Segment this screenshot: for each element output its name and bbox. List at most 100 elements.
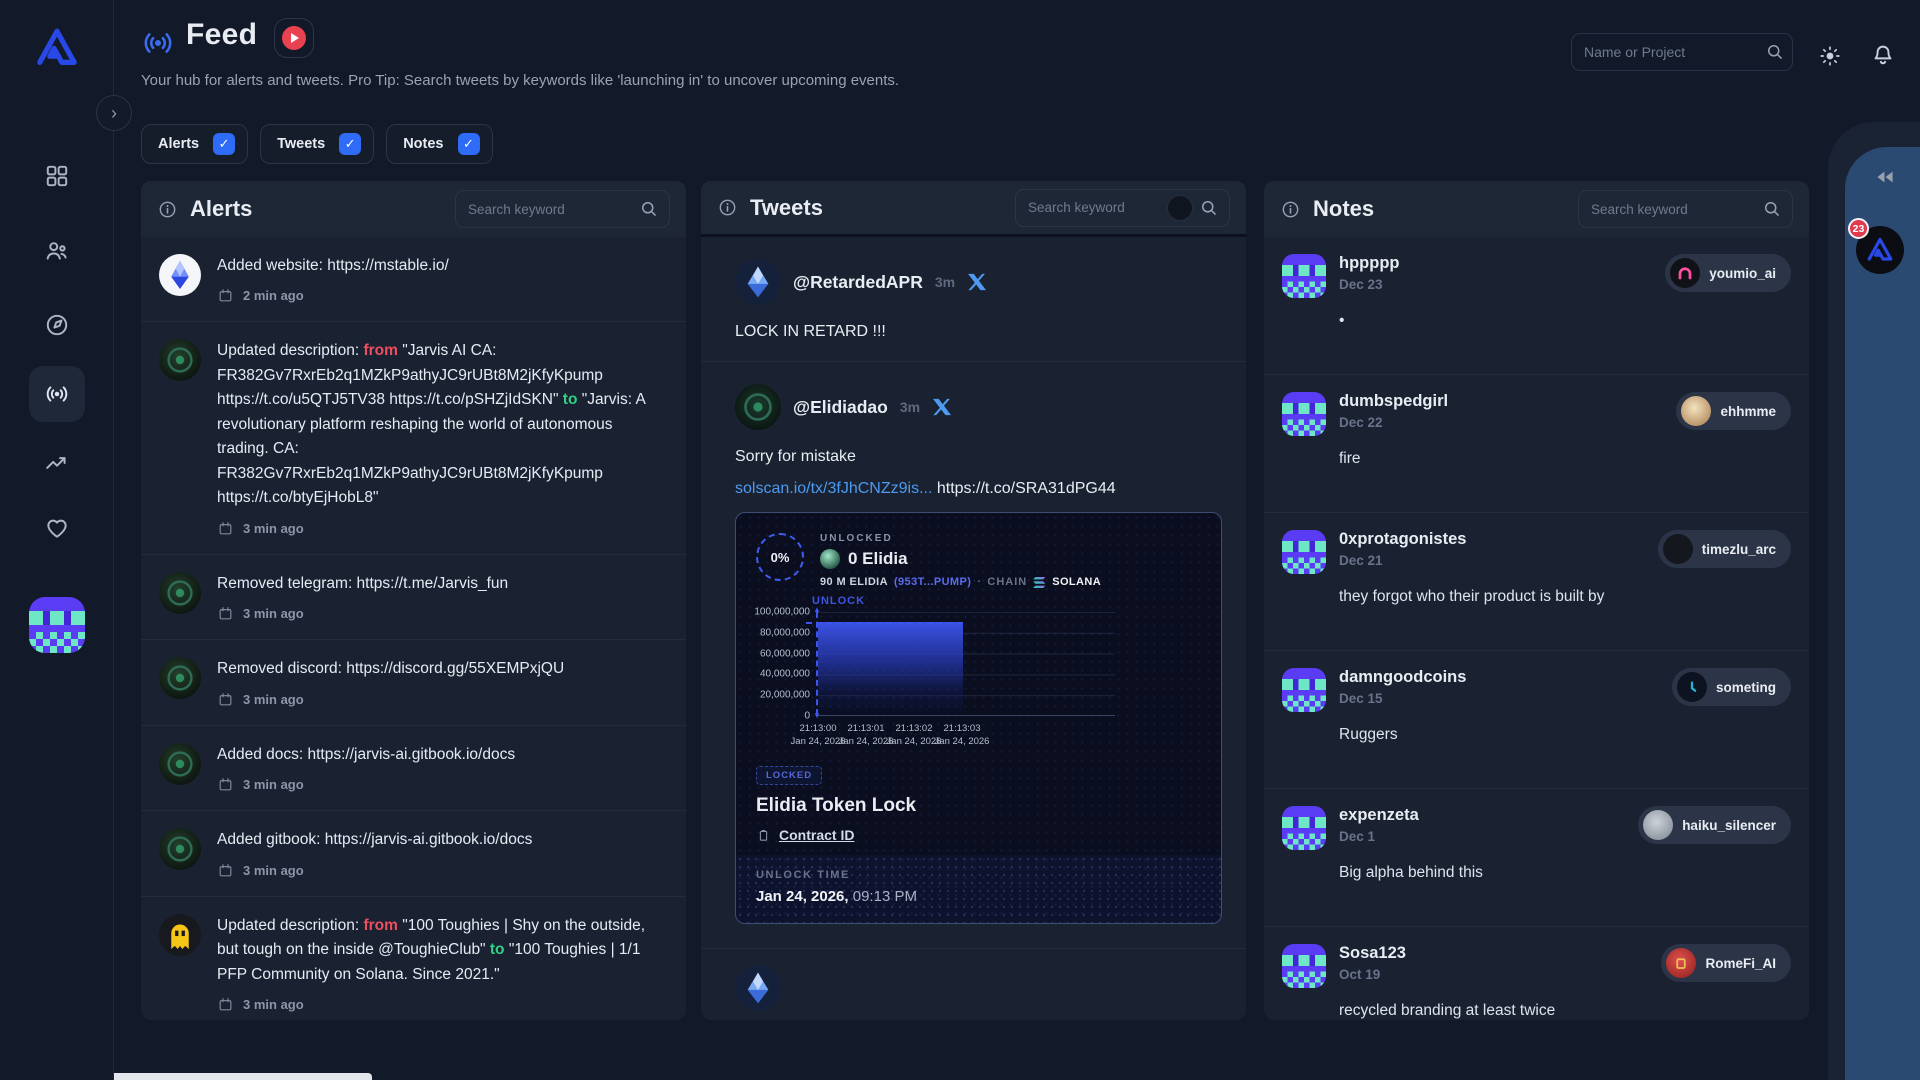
note-item[interactable]: hppppp Dec 23 youmio_ai •: [1264, 237, 1809, 375]
user-avatar[interactable]: [29, 597, 85, 653]
contract-id-link[interactable]: Contract ID: [756, 827, 1201, 843]
tweet-handle[interactable]: @Elidiadao: [793, 397, 888, 418]
note-date: Oct 19: [1339, 967, 1648, 982]
note-item[interactable]: dumbspedgirlDec 22 ehhmme fire: [1264, 375, 1809, 513]
calendar-icon: [217, 520, 234, 537]
note-date: Dec 15: [1339, 691, 1659, 706]
calendar-icon: [217, 862, 234, 879]
note-item[interactable]: Sosa123Oct 19 RomeFi_AI recycled brandin…: [1264, 927, 1809, 1020]
notes-checkbox[interactable]: ✓: [458, 133, 480, 155]
notification-count-badge: 23: [1848, 218, 1869, 239]
unlocked-label: UNLOCKED: [820, 533, 1101, 544]
tweet-handle[interactable]: @RetardedAPR: [793, 272, 923, 293]
calendar-icon: [217, 605, 234, 622]
sidebar-expand-button[interactable]: ›: [96, 95, 132, 131]
alert-time: 3 min ago: [243, 777, 304, 792]
tweet-text: LOCK IN RETARD !!!: [735, 323, 1222, 341]
jarvis-avatar: [159, 657, 201, 699]
x-logo-icon[interactable]: [932, 397, 952, 417]
tweets-checkbox[interactable]: ✓: [339, 133, 361, 155]
alerts-search: [455, 190, 670, 228]
project-badge[interactable]: youmio_ai: [1665, 254, 1791, 292]
alerts-search-input[interactable]: [468, 202, 633, 217]
alert-item[interactable]: Updated description: from "100 Toughies …: [141, 897, 686, 1020]
notes-search-input[interactable]: [1591, 202, 1756, 217]
note-author: expenzeta: [1339, 806, 1625, 825]
filter-notes[interactable]: Notes✓: [386, 124, 492, 164]
tweets-search-input[interactable]: [1028, 200, 1161, 215]
note-author: hppppp: [1339, 254, 1652, 273]
token-name: 0 Elidia: [848, 549, 908, 569]
collapse-panel-rewind-icon[interactable]: [1872, 164, 1898, 190]
feed-broadcast-icon[interactable]: [29, 366, 85, 422]
alert-item[interactable]: Removed discord: https://discord.gg/55XE…: [141, 640, 686, 725]
project-badge[interactable]: ehhmme: [1676, 392, 1791, 430]
token-address-link[interactable]: (953T...PUMP): [894, 576, 971, 588]
project-badge[interactable]: RomeFi_AI: [1661, 944, 1791, 982]
tweet-item[interactable]: @Elidiadao 3m Sorry for mistake solscan.…: [701, 362, 1246, 949]
play-tour-button[interactable]: [274, 18, 314, 58]
alerts-column: Alerts Added website: https://mstable.io…: [141, 181, 686, 1020]
compass-icon[interactable]: [33, 301, 81, 349]
app-logo-icon[interactable]: [33, 24, 81, 72]
chart-y-axis: 100,000,000 80,000,000 60,000,000 40,000…: [750, 612, 816, 716]
note-date: Dec 21: [1339, 553, 1645, 568]
tweets-header: Tweets: [701, 181, 1246, 237]
tweet-item[interactable]: [701, 949, 1246, 1011]
token-lock-card[interactable]: 0% UNLOCKED 0 Elidia 90 M ELIDIA (953T..…: [735, 512, 1222, 924]
alert-item[interactable]: Added docs: https://jarvis-ai.gitbook.io…: [141, 726, 686, 811]
tweet-avatar: [735, 965, 781, 1011]
info-icon[interactable]: [717, 197, 738, 218]
note-item[interactable]: damngoodcoinsDec 15 someting Ruggers: [1264, 651, 1809, 789]
theme-toggle-sun-icon[interactable]: [1818, 44, 1842, 68]
locked-amount-area: [818, 622, 963, 715]
info-icon[interactable]: [1280, 199, 1301, 220]
alert-item[interactable]: Removed telegram: https://t.me/Jarvis_fu…: [141, 555, 686, 640]
note-text: recycled branding at least twice: [1339, 1002, 1791, 1020]
trending-icon[interactable]: [33, 439, 81, 487]
note-author-avatar: [1282, 806, 1326, 850]
retardedapr-avatar: [735, 259, 781, 305]
unlock-progress-ring: 0%: [756, 533, 804, 581]
note-author: dumbspedgirl: [1339, 392, 1663, 411]
project-badge[interactable]: haiku_silencer: [1638, 806, 1791, 844]
alert-item[interactable]: Updated description: from "Jarvis AI CA:…: [141, 322, 686, 554]
tweets-column: Tweets @RetardedAPR 3m LOCK IN RETARD !!…: [701, 181, 1246, 1020]
tweets-list: @RetardedAPR 3m LOCK IN RETARD !!! @Elid…: [701, 237, 1246, 1011]
filter-tweets[interactable]: Tweets✓: [260, 124, 374, 164]
feed-page-icon: [141, 26, 175, 60]
watchlist-heart-icon[interactable]: [33, 504, 81, 552]
filter-alerts[interactable]: Alerts✓: [141, 124, 248, 164]
page-subtitle: Your hub for alerts and tweets. Pro Tip:…: [141, 72, 899, 89]
users-icon[interactable]: [33, 227, 81, 275]
info-icon[interactable]: [157, 199, 178, 220]
note-date: Dec 1: [1339, 829, 1625, 844]
tweet-text: Sorry for mistake: [735, 448, 1222, 466]
notifications-bell-icon[interactable]: [1870, 42, 1896, 68]
note-date: Dec 23: [1339, 277, 1652, 292]
solana-icon: [1033, 577, 1046, 588]
note-author-avatar: [1282, 392, 1326, 436]
token-icon: [820, 549, 840, 569]
alert-time: 3 min ago: [243, 606, 304, 621]
note-item[interactable]: expenzetaDec 1 haiku_silencer Big alpha …: [1264, 789, 1809, 927]
tweets-search: [1015, 189, 1230, 227]
note-text: Ruggers: [1339, 726, 1791, 760]
global-search-input[interactable]: [1584, 44, 1765, 60]
note-date: Dec 22: [1339, 415, 1663, 430]
alert-item[interactable]: Added website: https://mstable.io/ 2 min…: [141, 237, 686, 322]
project-badge[interactable]: timezlu_arc: [1658, 530, 1791, 568]
calendar-icon: [217, 691, 234, 708]
search-icon: [639, 199, 659, 219]
alert-item[interactable]: Added gitbook: https://jarvis-ai.gitbook…: [141, 811, 686, 896]
note-text: •: [1339, 312, 1791, 346]
project-badge[interactable]: someting: [1672, 668, 1791, 706]
solscan-link[interactable]: solscan.io/tx/3fJhCNZz9is...: [735, 480, 932, 497]
note-item[interactable]: 0xprotagonistesDec 21 timezlu_arc they f…: [1264, 513, 1809, 651]
tweet-item[interactable]: @RetardedAPR 3m LOCK IN RETARD !!!: [701, 237, 1246, 362]
unlock-time-value: Jan 24, 2026, 09:13 PM: [756, 888, 1201, 905]
alerts-checkbox[interactable]: ✓: [213, 133, 235, 155]
note-author-avatar: [1282, 254, 1326, 298]
x-logo-icon[interactable]: [967, 272, 987, 292]
dashboard-icon[interactable]: [33, 152, 81, 200]
